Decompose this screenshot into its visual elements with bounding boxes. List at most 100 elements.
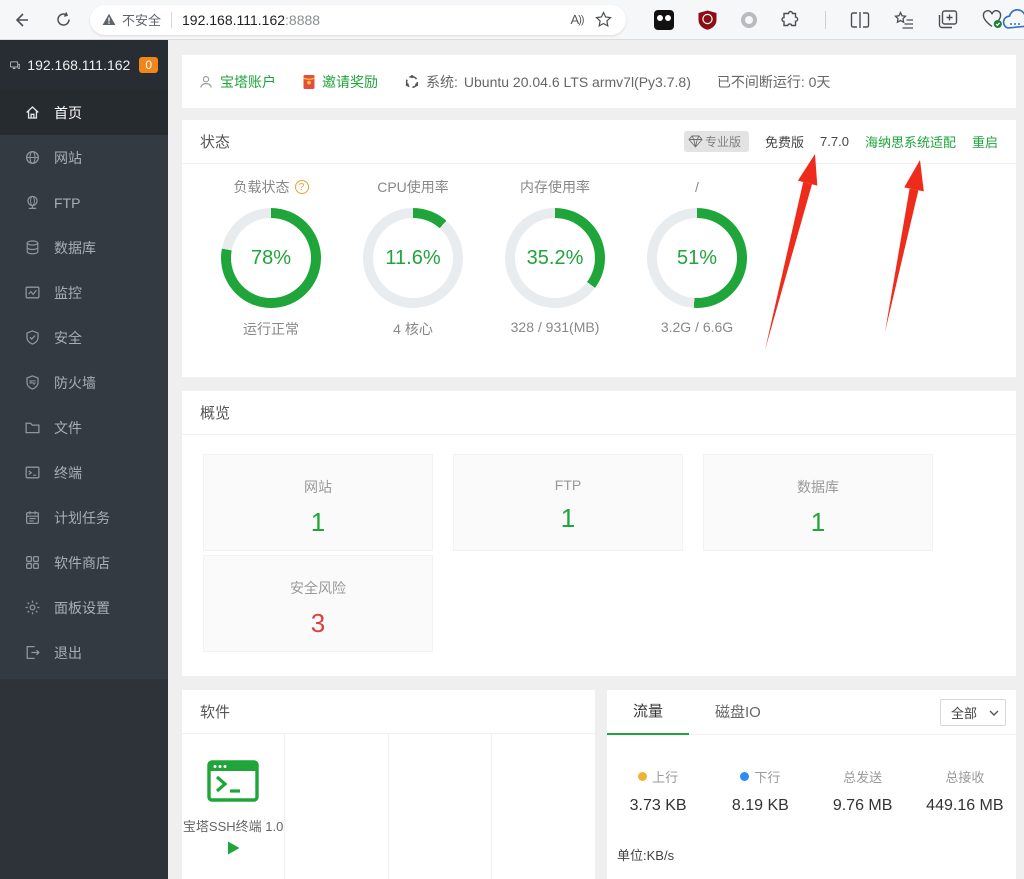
software-empty-cell: [492, 734, 595, 879]
stat-total-received: 总接收 449.16 MB: [914, 767, 1016, 815]
sidebar-item-home[interactable]: 首页: [0, 90, 168, 135]
grid-icon: [24, 554, 41, 571]
overview-card-ftp[interactable]: FTP 1: [453, 454, 683, 551]
database-count: 1: [704, 507, 932, 538]
collections-icon[interactable]: [938, 10, 958, 29]
software-empty-cell: [285, 734, 388, 879]
read-aloud-icon[interactable]: A)): [564, 7, 590, 33]
sidebar-item-label: 软件商店: [54, 553, 110, 573]
server-info[interactable]: 192.168.111.162 0: [0, 40, 168, 90]
firewall-shield-icon: [24, 374, 41, 391]
refresh-icon[interactable]: [50, 7, 76, 33]
sidebar-item-ftp[interactable]: FTP: [0, 180, 168, 225]
browser-toolbar: 不安全 192.168.111.162:8888 A)): [0, 0, 1024, 40]
sidebar: 192.168.111.162 0 首页 网站 FTP 数据库 监控: [0, 40, 168, 879]
split-screen-icon[interactable]: [850, 11, 870, 29]
sidebar-item-label: 防火墙: [54, 373, 96, 393]
gauge-subtext: 3.2G / 6.6G: [661, 319, 733, 335]
software-name: 宝塔SSH终端 1.0: [183, 816, 283, 835]
logout-icon: [24, 644, 41, 661]
ftp-count: 1: [454, 503, 682, 534]
sidebar-menu: 首页 网站 FTP 数据库 监控 安全: [0, 90, 168, 679]
downstream-dot: [740, 772, 749, 781]
tab-traffic[interactable]: 流量: [607, 700, 689, 735]
sidebar-item-label: 终端: [54, 463, 82, 483]
sidebar-item-logout[interactable]: 退出: [0, 630, 168, 675]
tampermonkey-extension-icon[interactable]: [654, 10, 674, 30]
address-bar[interactable]: 不安全 192.168.111.162:8888 A)): [90, 5, 626, 35]
play-icon[interactable]: [227, 841, 240, 855]
stat-total-sent: 总发送 9.76 MB: [812, 767, 914, 815]
gauge-title: /: [695, 179, 699, 195]
sidebar-item-firewall[interactable]: 防火墙: [0, 360, 168, 405]
ubuntu-icon: [404, 74, 420, 90]
upstream-value: 3.73 KB: [607, 797, 709, 815]
restart-link[interactable]: 重启: [972, 132, 998, 151]
monitor-chart-icon: [24, 284, 41, 301]
home-icon: [24, 104, 41, 121]
traffic-panel: 流量 磁盘IO 全部 上行 3.73 KB 下行 8.19 KB: [607, 690, 1016, 879]
cloud-sync-icon[interactable]: [1000, 8, 1024, 32]
software-title: 软件: [200, 701, 230, 722]
extensions-puzzle-icon[interactable]: [781, 10, 801, 30]
gauge-value: 51%: [647, 208, 747, 308]
hinas-adapt-link[interactable]: 海纳思系统适配: [865, 132, 956, 151]
main-content: 宝塔账户 邀请奖励 系统: Ubuntu 20.04.6 LTS armv7l(…: [168, 40, 1024, 879]
overview-card-database[interactable]: 数据库 1: [703, 454, 933, 551]
interface-filter-select[interactable]: 全部: [940, 699, 1006, 726]
gauge-value: 35.2%: [505, 208, 605, 308]
sidebar-item-website[interactable]: 网站: [0, 135, 168, 180]
bt-account-link[interactable]: 宝塔账户: [198, 72, 276, 92]
panel-version: 7.7.0: [820, 134, 849, 149]
software-item-ssh-terminal[interactable]: 宝塔SSH终端 1.0: [182, 734, 285, 879]
software-panel: 软件 宝塔SSH终端 1.0: [182, 690, 595, 879]
load-gauge-ring: 78%: [221, 208, 321, 308]
overview-card-website[interactable]: 网站 1: [203, 454, 433, 551]
invite-reward-link[interactable]: 邀请奖励: [302, 72, 378, 92]
calendar-icon: [24, 509, 41, 526]
gauge-cpu: CPU使用率 11.6% 4 核心: [342, 178, 484, 339]
shield-check-icon: [24, 329, 41, 346]
sidebar-item-files[interactable]: 文件: [0, 405, 168, 450]
website-count: 1: [204, 507, 432, 538]
gear-icon: [24, 599, 41, 616]
edition-label: 免费版: [765, 132, 804, 151]
security-risk-count: 3: [204, 608, 432, 639]
red-packet-icon: [302, 74, 316, 90]
message-count-badge[interactable]: 0: [139, 57, 158, 73]
sidebar-item-cron[interactable]: 计划任务: [0, 495, 168, 540]
cpu-gauge-ring: 11.6%: [363, 208, 463, 308]
gauge-value: 78%: [221, 208, 321, 308]
gauge-subtext: 4 核心: [393, 319, 433, 339]
favorite-star-icon[interactable]: [590, 7, 616, 33]
sidebar-item-monitor[interactable]: 监控: [0, 270, 168, 315]
system-value: Ubuntu 20.04.6 LTS armv7l(Py3.7.8): [464, 74, 691, 90]
ublock-extension-icon[interactable]: [698, 10, 717, 30]
overview-title: 概览: [200, 402, 230, 423]
gauge-memory: 内存使用率 35.2% 328 / 931(MB): [484, 178, 626, 339]
favorites-hub-icon[interactable]: [894, 11, 914, 29]
sidebar-item-label: 监控: [54, 283, 82, 303]
folder-icon: [24, 419, 41, 436]
gauge-subtext: 运行正常: [243, 319, 299, 339]
tab-disk-io[interactable]: 磁盘IO: [689, 701, 787, 734]
upstream-dot: [638, 772, 647, 781]
pro-version-badge[interactable]: 专业版: [684, 131, 749, 152]
url-text[interactable]: 192.168.111.162:8888: [182, 12, 320, 28]
security-label: 不安全: [122, 10, 161, 29]
back-icon[interactable]: [8, 7, 34, 33]
overview-card-security-risk[interactable]: 安全风险 3: [203, 555, 433, 652]
sidebar-item-settings[interactable]: 面板设置: [0, 585, 168, 630]
sidebar-item-appstore[interactable]: 软件商店: [0, 540, 168, 585]
disk-gauge-ring: 51%: [647, 208, 747, 308]
site-security-chip[interactable]: 不安全: [102, 10, 161, 29]
gray-ring-extension-icon[interactable]: [741, 12, 757, 28]
globe-icon: [24, 149, 41, 166]
help-icon[interactable]: ?: [295, 180, 309, 194]
server-ip: 192.168.111.162: [27, 57, 130, 73]
ftp-globe-icon: [24, 194, 41, 211]
sidebar-item-security[interactable]: 安全: [0, 315, 168, 360]
extension-icons: [654, 10, 1003, 30]
sidebar-item-terminal[interactable]: 终端: [0, 450, 168, 495]
sidebar-item-database[interactable]: 数据库: [0, 225, 168, 270]
